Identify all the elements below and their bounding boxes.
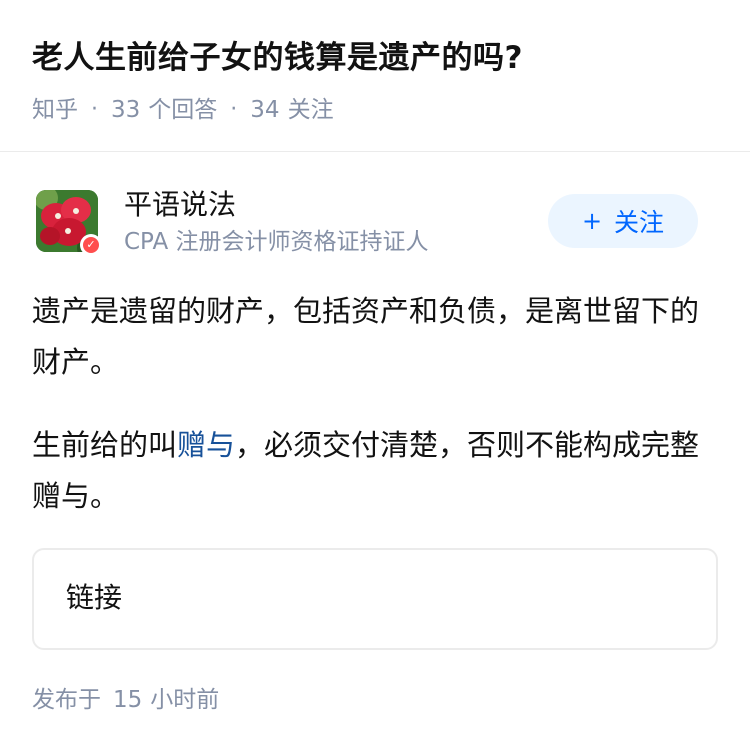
source-label[interactable]: 知乎 [32, 94, 78, 126]
verified-badge-icon: ✓ [80, 234, 102, 256]
answer-paragraph: 遗产是遗留的财产，包括资产和负债，是离世留下的财产。 [32, 294, 700, 379]
question-meta: 知乎 · 33 个回答 · 34 关注 [32, 94, 334, 126]
meta-separator: · [230, 97, 238, 122]
paragraph-text: 生前给的叫 [32, 428, 178, 462]
follow-button[interactable]: + 关注 [548, 194, 698, 248]
followers-count: 34 [250, 97, 280, 123]
follow-label: 关注 [614, 208, 665, 237]
question-header: 老人生前给子女的钱算是遗产的吗? 知乎 · 33 个回答 · 34 关注 [0, 0, 750, 152]
question-title[interactable]: 老人生前给子女的钱算是遗产的吗? [32, 36, 523, 80]
link-card[interactable]: 链接 [32, 548, 718, 650]
answers-count: 33 [111, 97, 141, 123]
author-name[interactable]: 平语说法 [124, 186, 236, 224]
answers-label[interactable]: 个回答 [148, 94, 217, 126]
publish-count: 15 [113, 687, 143, 713]
link-card-label: 链接 [66, 581, 123, 614]
plus-icon: + [581, 207, 603, 235]
answer-content: 遗产是遗留的财产，包括资产和负债，是离世留下的财产。 生前给的叫赠与，必须交付清… [32, 286, 722, 554]
answer-paragraph: 生前给的叫赠与，必须交付清楚，否则不能构成完整赠与。 [32, 420, 722, 522]
publish-time: 发布于 15 小时前 [32, 684, 219, 716]
author-description: CPA 注册会计师资格证持证人 [124, 229, 429, 255]
followers-label[interactable]: 关注 [288, 94, 334, 126]
gift-link[interactable]: 赠与 [177, 428, 235, 462]
publish-prefix: 发布于 [32, 687, 101, 713]
publish-unit: 小时前 [150, 687, 220, 713]
author-row: ✓ 平语说法 CPA 注册会计师资格证持证人 + 关注 [32, 186, 722, 256]
meta-separator: · [91, 97, 98, 122]
